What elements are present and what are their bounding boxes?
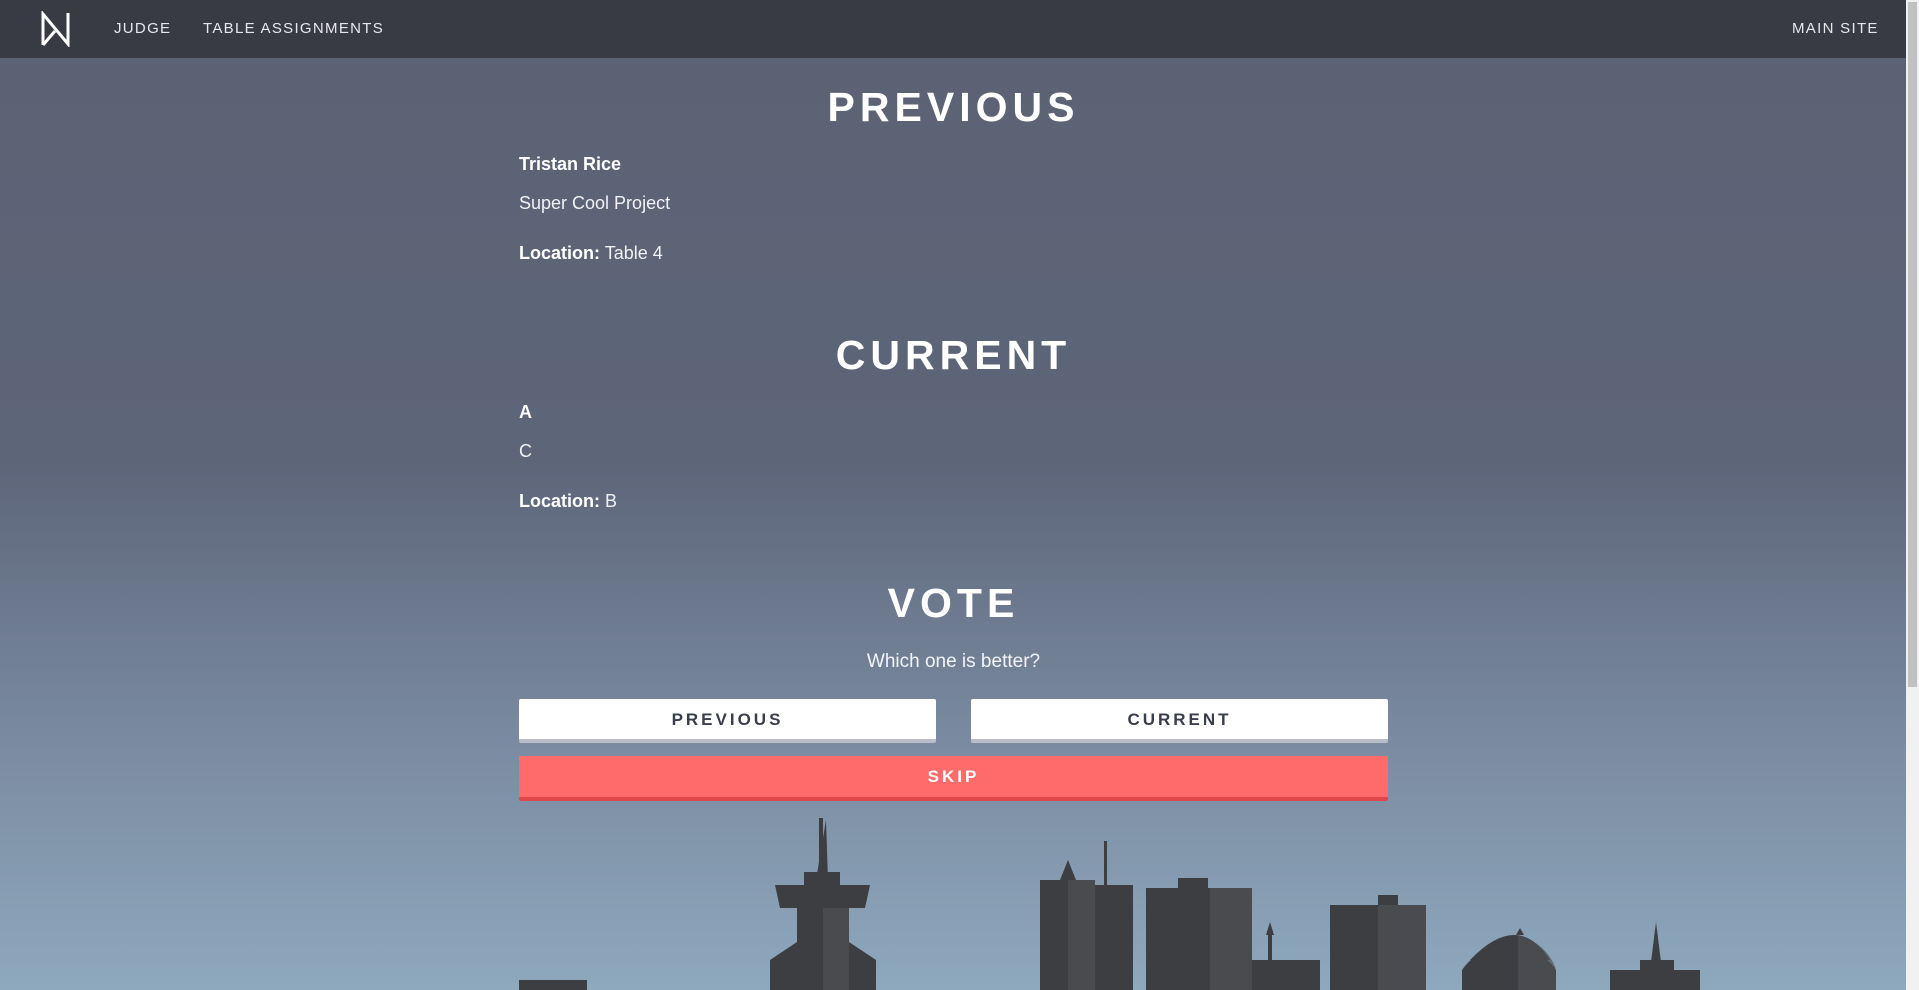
vote-current-button[interactable]: CURRENT <box>971 699 1388 743</box>
nav-main-site-link[interactable]: MAIN SITE <box>1792 20 1879 37</box>
vote-heading: VOTE <box>887 580 1020 626</box>
current-project-author: A <box>519 402 532 422</box>
vote-question: Which one is better? <box>866 651 1041 672</box>
vote-previous-button[interactable]: PREVIOUS <box>519 699 936 743</box>
top-navbar: JUDGE TABLE ASSIGNMENTS MAIN SITE <box>0 0 1906 58</box>
previous-project-author: Tristan Rice <box>519 154 622 174</box>
skip-button[interactable]: SKIP <box>519 756 1388 801</box>
city-skyline-illustration <box>519 818 1700 990</box>
previous-heading: PREVIOUS <box>827 84 1080 130</box>
scrollbar-thumb[interactable] <box>1908 2 1917 687</box>
nav-table-assignments-link[interactable]: TABLE ASSIGNMENTS <box>203 20 384 37</box>
previous-project-location: Location: Table 4 <box>519 243 663 264</box>
current-project-name: C <box>519 441 532 461</box>
page-scrollbar[interactable] <box>1906 0 1919 990</box>
nav-judge-link[interactable]: JUDGE <box>114 20 171 37</box>
location-value: B <box>605 491 618 511</box>
location-label: Location: <box>519 243 600 263</box>
current-project-location: Location: B <box>519 491 617 512</box>
previous-project-name: Super Cool Project <box>519 193 671 213</box>
n-logo-icon[interactable] <box>40 11 72 47</box>
current-heading: CURRENT <box>835 332 1072 378</box>
location-label: Location: <box>519 491 600 511</box>
location-value: Table 4 <box>604 243 663 263</box>
